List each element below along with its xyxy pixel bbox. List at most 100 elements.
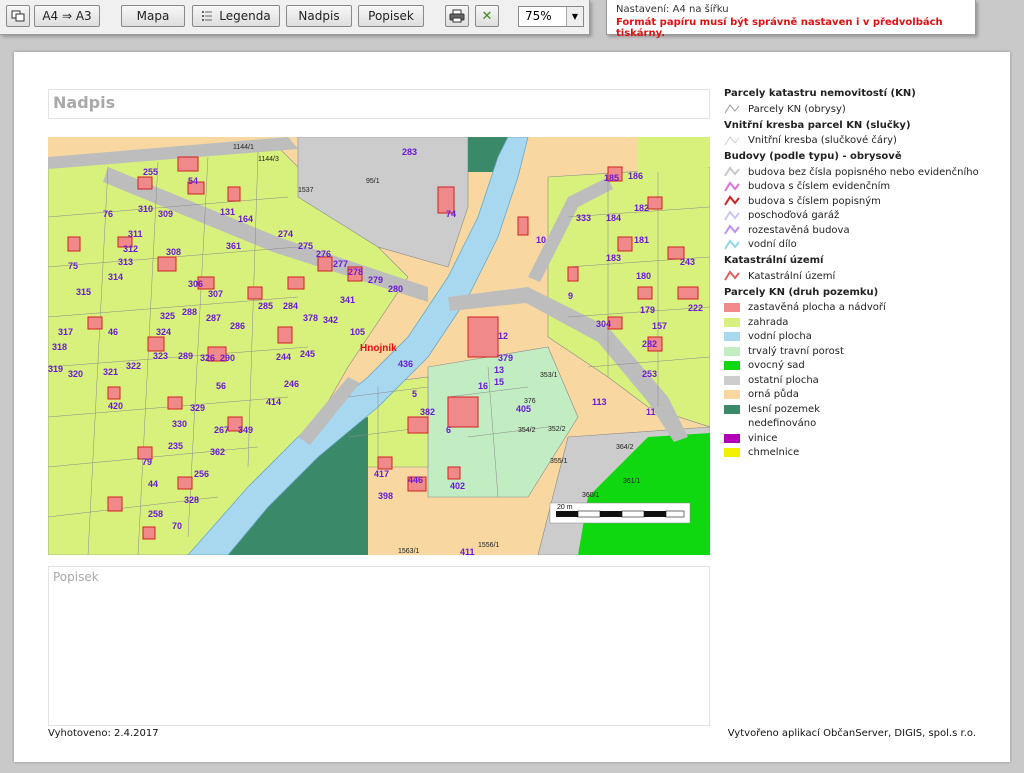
- parcel-label: 179: [640, 305, 655, 315]
- tab-mapa[interactable]: Mapa: [121, 5, 185, 27]
- parcel-label: 286: [230, 321, 245, 331]
- svg-text:1556/1: 1556/1: [478, 542, 500, 549]
- legend-item: Vnitřní kresba (slučkové čáry): [724, 134, 1004, 149]
- parcel-label: 274: [278, 229, 293, 239]
- parcel-label: 56: [216, 381, 226, 391]
- parcel-label: 11: [646, 407, 656, 417]
- legend-item: vinice: [724, 431, 1004, 446]
- caption-placeholder: Popisek: [53, 570, 99, 584]
- orientation-button[interactable]: A4 ⇒ A3: [34, 5, 100, 27]
- tab-popisek[interactable]: Popisek: [358, 5, 424, 27]
- legend-item: lesní pozemek: [724, 402, 1004, 417]
- legend-item: Katastrální území: [724, 269, 1004, 284]
- parcel-label: 16: [478, 381, 488, 391]
- svg-text:1563/1: 1563/1: [398, 548, 420, 555]
- parcel-label: 243: [680, 257, 695, 267]
- parcel-label: 436: [398, 359, 413, 369]
- parcel-label: 9: [568, 291, 573, 301]
- close-button[interactable]: ✕: [475, 5, 499, 27]
- parcel-label: 267: [214, 425, 229, 435]
- legend-heading: Budovy (podle typu) - obrysově: [724, 151, 902, 162]
- parcel-label: 256: [194, 469, 209, 479]
- line-swatch-icon: [724, 195, 740, 206]
- parcel-label: 379: [498, 353, 513, 363]
- svg-text:355/1: 355/1: [550, 458, 568, 465]
- parcel-label: 318: [52, 342, 67, 352]
- cadastral-map[interactable]: 255 54 283 76 310 309 131 164 274 275 27…: [48, 137, 710, 555]
- parcel-label: 185: [604, 173, 619, 183]
- credit-text: Vytvořeno aplikací ObčanServer, DIGIS, s…: [727, 728, 976, 739]
- parcel-label: 105: [350, 327, 365, 337]
- parcel-label: 70: [172, 521, 182, 531]
- parcel-label: 287: [206, 313, 221, 323]
- parcel-label: 282: [642, 339, 657, 349]
- legend-item: zastavěná plocha a nádvoří: [724, 301, 1004, 316]
- parcel-label: 405: [516, 404, 531, 414]
- svg-text:1144/3: 1144/3: [258, 156, 279, 163]
- parcel-label: 13: [494, 365, 504, 375]
- parcel-label: 278: [348, 267, 363, 277]
- parcel-label: 362: [210, 447, 225, 457]
- windows-icon-button[interactable]: [6, 5, 30, 27]
- tab-nadpis[interactable]: Nadpis: [286, 5, 352, 27]
- legend-item: chmelnice: [724, 446, 1004, 461]
- parcel-label: 245: [300, 349, 315, 359]
- legend-item: ovocný sad: [724, 359, 1004, 374]
- parcel-label: 378: [303, 313, 318, 323]
- title-field[interactable]: Nadpis: [48, 89, 710, 119]
- parcel-label: 322: [126, 361, 141, 371]
- parcel-label: 310: [138, 204, 153, 214]
- parcel-label: 222: [688, 303, 703, 313]
- parcel-label: 184: [606, 213, 621, 223]
- parcel-label: 349: [238, 425, 253, 435]
- svg-text:376: 376: [524, 398, 536, 405]
- parcel-label: 314: [108, 272, 123, 282]
- created-date: Vyhotoveno: 2.4.2017: [48, 728, 159, 739]
- parcel-label: 342: [323, 315, 338, 325]
- color-swatch: [724, 433, 740, 443]
- line-swatch-icon: [724, 181, 740, 192]
- parcel-label: 5: [412, 389, 417, 399]
- parcel-label: 157: [652, 321, 667, 331]
- svg-text:353/1: 353/1: [540, 372, 558, 379]
- close-x-icon: ✕: [481, 8, 493, 24]
- color-swatch: [724, 303, 740, 313]
- legend-item: vodní plocha: [724, 330, 1004, 345]
- svg-text:95/1: 95/1: [366, 178, 380, 185]
- legend-heading: Katastrální území: [724, 255, 824, 266]
- parcel-label: 44: [148, 479, 158, 489]
- color-swatch: [724, 448, 740, 458]
- legend-item: Parcely KN (obrysy): [724, 102, 1004, 117]
- color-swatch: [724, 419, 740, 429]
- legend-item: budova s číslem evidenčním: [724, 180, 1004, 195]
- parcel-label: 113: [592, 397, 607, 407]
- scale-label: 20 m: [557, 504, 573, 511]
- parcel-label: 255: [143, 167, 158, 177]
- parcel-label: 186: [628, 171, 643, 181]
- print-button[interactable]: [445, 5, 469, 27]
- tab-legenda[interactable]: Legenda: [192, 5, 280, 27]
- parcel-label: 74: [446, 209, 456, 219]
- parcel-label: 323: [153, 351, 168, 361]
- parcel-label: 277: [333, 259, 348, 269]
- parcel-label: 285: [258, 301, 273, 311]
- map-canvas: 255 54 283 76 310 309 131 164 274 275 27…: [48, 137, 710, 555]
- legend-item: budova bez čísla popisného nebo evidenčn…: [724, 165, 1004, 180]
- parcel-label: 361: [226, 241, 241, 251]
- parcel-label: 333: [576, 213, 591, 223]
- parcel-label: 321: [103, 367, 118, 377]
- parcel-label: 180: [636, 271, 651, 281]
- parcel-label: 276: [316, 249, 331, 259]
- chevron-down-icon[interactable]: ▼: [566, 7, 583, 26]
- caption-field[interactable]: Popisek: [48, 566, 710, 726]
- color-swatch: [724, 390, 740, 400]
- parcel-label: 284: [283, 301, 298, 311]
- zoom-select[interactable]: 75% ▼: [518, 6, 584, 27]
- place-name-label: Hnojník: [360, 343, 397, 354]
- parcel-label: 313: [118, 257, 133, 267]
- parcel-label: 311: [128, 229, 143, 239]
- color-swatch: [724, 404, 740, 414]
- parcel-label: 402: [450, 481, 465, 491]
- parcel-label: 320: [68, 369, 83, 379]
- line-swatch-icon: [724, 210, 740, 221]
